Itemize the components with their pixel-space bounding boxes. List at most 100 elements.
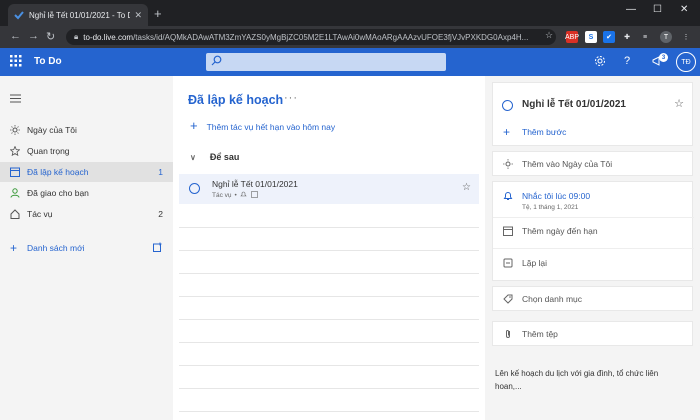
calendar-icon	[503, 226, 513, 236]
hamburger-menu-icon[interactable]	[10, 94, 21, 105]
todo-favicon-icon	[14, 10, 24, 20]
repeat-label: Lặp lại	[522, 258, 548, 268]
browser-menu-icon[interactable]: ⋮	[680, 31, 692, 43]
sidebar-item-assigned[interactable]: Đã giao cho bạn	[0, 183, 173, 203]
new-group-icon[interactable]	[153, 242, 163, 254]
list-title: Đã lập kế hoạch	[188, 93, 284, 107]
repeat-button[interactable]: Lặp lại	[503, 258, 547, 268]
sidebar-item-label: Ngày của Tôi	[27, 125, 77, 135]
tab-title: Nghỉ lễ Tết 01/01/2021 - To Do	[29, 10, 131, 20]
extension-s-icon[interactable]: S	[585, 31, 597, 43]
my-day-card[interactable]: Thêm vào Ngày của Tôi	[492, 151, 693, 176]
calendar-icon	[10, 167, 20, 177]
adblock-extension-icon[interactable]: ABP	[565, 31, 579, 43]
task-row[interactable]: Nghỉ lễ Tết 01/01/2021 Tác vụ • ☆	[179, 174, 479, 204]
add-step-button[interactable]: + Thêm bước	[503, 125, 567, 139]
paperclip-icon	[503, 329, 513, 339]
importance-star-icon[interactable]: ☆	[674, 97, 684, 110]
complete-task-checkbox[interactable]	[502, 100, 513, 111]
browser-tab[interactable]: Nghỉ lễ Tết 01/01/2021 - To Do ✕	[8, 4, 148, 26]
settings-gear-icon[interactable]	[594, 55, 606, 69]
add-file-button[interactable]: Thêm tệp	[503, 329, 558, 339]
add-task-input[interactable]: + Thêm tác vụ hết hạn vào hôm nay	[190, 118, 336, 133]
help-icon[interactable]: ?	[624, 55, 630, 67]
add-due-date-button[interactable]: Thêm ngày đến hạn	[503, 226, 598, 236]
chevron-down-icon: ∨	[190, 152, 196, 162]
divider	[179, 388, 479, 389]
task-note[interactable]: Lên kế hoạch du lịch với gia đình, tổ ch…	[495, 367, 675, 393]
plus-icon: +	[503, 125, 511, 139]
new-list-label: Danh sách mới	[27, 243, 85, 253]
maximize-icon[interactable]: ☐	[653, 4, 662, 15]
forward-icon[interactable]: →	[28, 30, 39, 42]
group-label: Để sau	[209, 152, 240, 162]
reminder-button[interactable]: Nhắc tôi lúc 09:00	[503, 191, 590, 201]
add-step-label: Thêm bước	[522, 127, 567, 137]
bookmark-star-icon[interactable]: ☆	[545, 30, 553, 41]
list-options-button[interactable]: ···	[284, 92, 298, 104]
search-input[interactable]	[206, 53, 446, 71]
reload-icon[interactable]: ↻	[46, 30, 55, 43]
sidebar-item-planned[interactable]: Đã lập kế hoạch 1	[0, 162, 173, 182]
new-tab-button[interactable]: +	[154, 6, 162, 21]
new-list-button[interactable]: + Danh sách mới	[0, 238, 173, 258]
reminder-label: Nhắc tôi lúc 09:00	[522, 191, 591, 201]
close-tab-icon[interactable]: ✕	[134, 10, 142, 21]
category-card[interactable]: Chọn danh mục	[492, 286, 693, 311]
account-avatar[interactable]: TĐ	[676, 52, 696, 72]
person-icon	[10, 188, 20, 198]
sidebar-item-label: Đã giao cho bạn	[27, 188, 89, 198]
sidebar-item-important[interactable]: Quan trọng	[0, 141, 173, 161]
divider	[493, 217, 694, 218]
search-icon	[211, 55, 222, 68]
group-header-later[interactable]: ∨ Để sau	[190, 152, 239, 162]
app-name: To Do	[34, 56, 62, 67]
pick-category-label: Chọn danh mục	[522, 294, 583, 304]
add-due-date-label: Thêm ngày đến hạn	[522, 226, 598, 236]
browser-tab-bar: Nghỉ lễ Tết 01/01/2021 - To Do ✕ + — ☐ ✕	[0, 0, 700, 26]
bell-icon	[503, 191, 513, 201]
extension-check-icon[interactable]: ✔	[603, 31, 615, 43]
reminder-bell-icon	[240, 191, 247, 200]
divider	[179, 273, 479, 274]
app-launcher-icon[interactable]	[10, 55, 22, 69]
app-header: To Do ?	[0, 48, 700, 76]
media-icon[interactable]: ≡	[639, 31, 651, 43]
address-bar[interactable]: 🔒︎ to-do.live.com /tasks/id/AQMkADAwATM3…	[66, 29, 556, 45]
plus-icon: +	[10, 241, 18, 255]
sidebar-item-my-day[interactable]: Ngày của Tôi	[0, 120, 173, 140]
add-to-my-day-label: Thêm vào Ngày của Tôi	[522, 159, 613, 169]
profile-avatar[interactable]: T	[660, 31, 672, 43]
detail-task-title[interactable]: Nghỉ lễ Tết 01/01/2021	[522, 99, 626, 110]
star-icon	[10, 146, 20, 156]
home-icon	[10, 209, 20, 219]
sidebar-item-label: Quan trọng	[27, 146, 70, 156]
divider	[179, 342, 479, 343]
extensions-puzzle-icon[interactable]: ✚	[621, 31, 633, 43]
sun-icon	[10, 125, 20, 135]
divider	[179, 319, 479, 320]
divider	[179, 411, 479, 412]
file-card[interactable]: Thêm tệp	[492, 321, 693, 346]
divider	[493, 248, 694, 249]
address-host: to-do.live.com	[83, 32, 134, 42]
sidebar-item-label: Tác vụ	[27, 209, 53, 219]
address-path: /tasks/id/AQMkADAwATM3ZmYAZS0yMgBjZC05M2…	[133, 32, 529, 42]
sidebar-item-tasks[interactable]: Tác vụ 2	[0, 204, 173, 224]
complete-task-checkbox[interactable]	[189, 183, 200, 194]
pick-category-button[interactable]: Chọn danh mục	[503, 294, 582, 304]
lock-icon: 🔒︎	[74, 32, 79, 41]
task-list-name: Tác vụ	[212, 192, 232, 199]
close-window-icon[interactable]: ✕	[680, 4, 688, 15]
add-file-label: Thêm tệp	[522, 329, 558, 339]
sidebar-item-count: 1	[158, 167, 163, 177]
tag-icon	[503, 294, 513, 304]
divider	[179, 365, 479, 366]
add-task-placeholder: Thêm tác vụ hết hạn vào hôm nay	[206, 121, 336, 132]
minimize-icon[interactable]: —	[626, 4, 636, 15]
back-icon[interactable]: ←	[10, 30, 21, 42]
divider	[179, 296, 479, 297]
notification-badge: 3	[659, 53, 668, 62]
add-to-my-day-button[interactable]: Thêm vào Ngày của Tôi	[503, 159, 612, 169]
importance-star-icon[interactable]: ☆	[462, 182, 471, 193]
